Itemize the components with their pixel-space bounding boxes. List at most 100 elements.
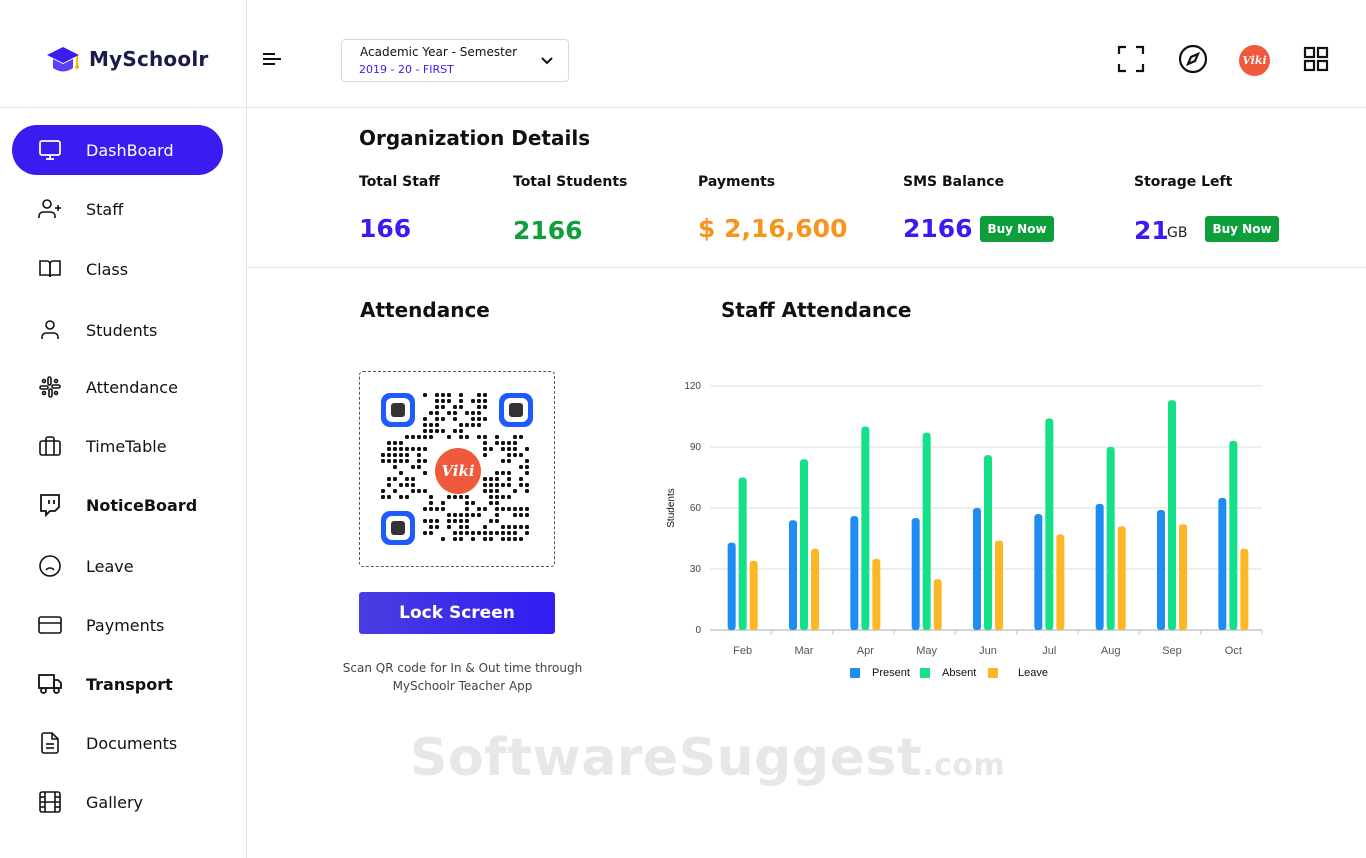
qr-module: [513, 531, 517, 535]
organization-details: Organization Details Total Staff 166 Tot…: [247, 108, 1366, 268]
sidebar-item-staff[interactable]: Staff: [12, 184, 223, 234]
qr-module: [483, 477, 487, 481]
qr-module: [483, 525, 487, 529]
sidebar-item-leave[interactable]: Leave: [12, 541, 223, 591]
qr-module: [453, 531, 457, 535]
qr-module: [501, 447, 505, 451]
qr-module: [441, 393, 445, 397]
qr-module: [501, 537, 505, 541]
film-icon: [39, 791, 61, 813]
qr-module: [417, 453, 421, 457]
bar-present: [1095, 503, 1104, 630]
qr-module: [435, 393, 439, 397]
qr-module: [465, 495, 469, 499]
qr-module: [405, 447, 409, 451]
qr-module: [525, 489, 529, 493]
qr-module: [453, 429, 457, 433]
qr-module: [417, 459, 421, 463]
qr-module: [429, 531, 433, 535]
sidebar-item-students[interactable]: Students: [12, 305, 223, 355]
qr-module: [441, 429, 445, 433]
x-tick-label: Aug: [1101, 645, 1121, 657]
qr-module: [483, 405, 487, 409]
qr-module: [501, 495, 505, 499]
grid-icon[interactable]: [1300, 43, 1332, 75]
graduation-cap-icon: [47, 47, 79, 72]
bar-leave: [1056, 534, 1065, 630]
qr-module: [519, 477, 523, 481]
qr-module: [513, 435, 517, 439]
bar-absent: [1106, 447, 1115, 630]
sidebar-item-timetable[interactable]: TimeTable: [12, 421, 223, 471]
stat-value-sms-balance: 2166: [903, 214, 973, 243]
qr-module: [393, 465, 397, 469]
qr-module: [477, 423, 481, 427]
qr-module: [453, 411, 457, 415]
stat-value-storage-left: 21: [1134, 216, 1169, 245]
qr-module: [435, 417, 439, 421]
qr-module: [477, 405, 481, 409]
year-select-value: 2019 - 20 - FIRST: [359, 63, 454, 76]
avatar[interactable]: Viki: [1239, 45, 1270, 76]
slack-icon: [39, 376, 61, 398]
qr-module: [429, 519, 433, 523]
sidebar-item-documents[interactable]: Documents: [12, 718, 223, 768]
qr-module: [393, 447, 397, 451]
sidebar-item-class[interactable]: Class: [12, 244, 223, 294]
qr-module: [411, 465, 415, 469]
qr-module: [429, 429, 433, 433]
qr-module: [489, 483, 493, 487]
sidebar-item-noticeboard[interactable]: NoticeBoard: [12, 480, 223, 530]
buy-sms-button[interactable]: Buy Now: [980, 216, 1054, 242]
buy-storage-button[interactable]: Buy Now: [1205, 216, 1279, 242]
bar-leave: [1240, 548, 1249, 630]
qr-module: [453, 417, 457, 421]
brand[interactable]: MySchoolr: [0, 0, 246, 108]
qr-module: [507, 507, 511, 511]
qr-module: [495, 471, 499, 475]
qr-center-logo: Viki: [435, 448, 481, 494]
qr-module: [471, 537, 475, 541]
sidebar-item-dashboard[interactable]: DashBoard: [12, 125, 223, 175]
sidebar-item-payments[interactable]: Payments: [12, 600, 223, 650]
qr-module: [459, 531, 463, 535]
fullscreen-icon[interactable]: [1115, 43, 1147, 75]
sidebar-item-transport[interactable]: Transport: [12, 659, 223, 709]
qr-module: [465, 411, 469, 415]
sidebar: MySchoolr DashBoard Staff Class Students…: [0, 0, 247, 858]
qr-caption-line-2: MySchoolr Teacher App: [392, 679, 533, 693]
qr-module: [393, 477, 397, 481]
y-tick-label: 60: [690, 503, 702, 514]
sidebar-item-label: Leave: [86, 556, 134, 576]
qr-module: [405, 453, 409, 457]
qr-module: [465, 423, 469, 427]
qr-module: [507, 495, 511, 499]
qr-module: [489, 495, 493, 499]
watermark-main: SoftwareSuggest: [410, 728, 923, 788]
qr-module: [489, 519, 493, 523]
qr-module: [519, 537, 523, 541]
sidebar-item-label: DashBoard: [86, 140, 174, 160]
stat-label-sms-balance: SMS Balance: [903, 174, 1005, 190]
qr-module: [381, 495, 385, 499]
qr-module: [525, 465, 529, 469]
qr-module: [399, 471, 403, 475]
qr-module: [405, 459, 409, 463]
qr-module: [423, 471, 427, 475]
compass-icon[interactable]: [1177, 43, 1209, 75]
sidebar-item-attendance[interactable]: Attendance: [12, 362, 223, 412]
qr-module: [423, 459, 427, 463]
menu-icon[interactable]: [261, 50, 283, 68]
sidebar-item-gallery[interactable]: Gallery: [12, 777, 223, 827]
lock-screen-button[interactable]: Lock Screen: [359, 592, 555, 634]
qr-module: [519, 507, 523, 511]
qr-module: [489, 531, 493, 535]
qr-module: [459, 519, 463, 523]
bar-absent: [738, 477, 747, 630]
sidebar-item-label: Staff: [86, 199, 124, 219]
academic-year-select[interactable]: Academic Year - Semester 2019 - 20 - FIR…: [341, 39, 569, 82]
qr-module: [507, 531, 511, 535]
bar-leave: [749, 560, 758, 630]
staff-attendance-title: Staff Attendance: [721, 298, 912, 322]
stat-label-storage-left: Storage Left: [1134, 174, 1233, 190]
